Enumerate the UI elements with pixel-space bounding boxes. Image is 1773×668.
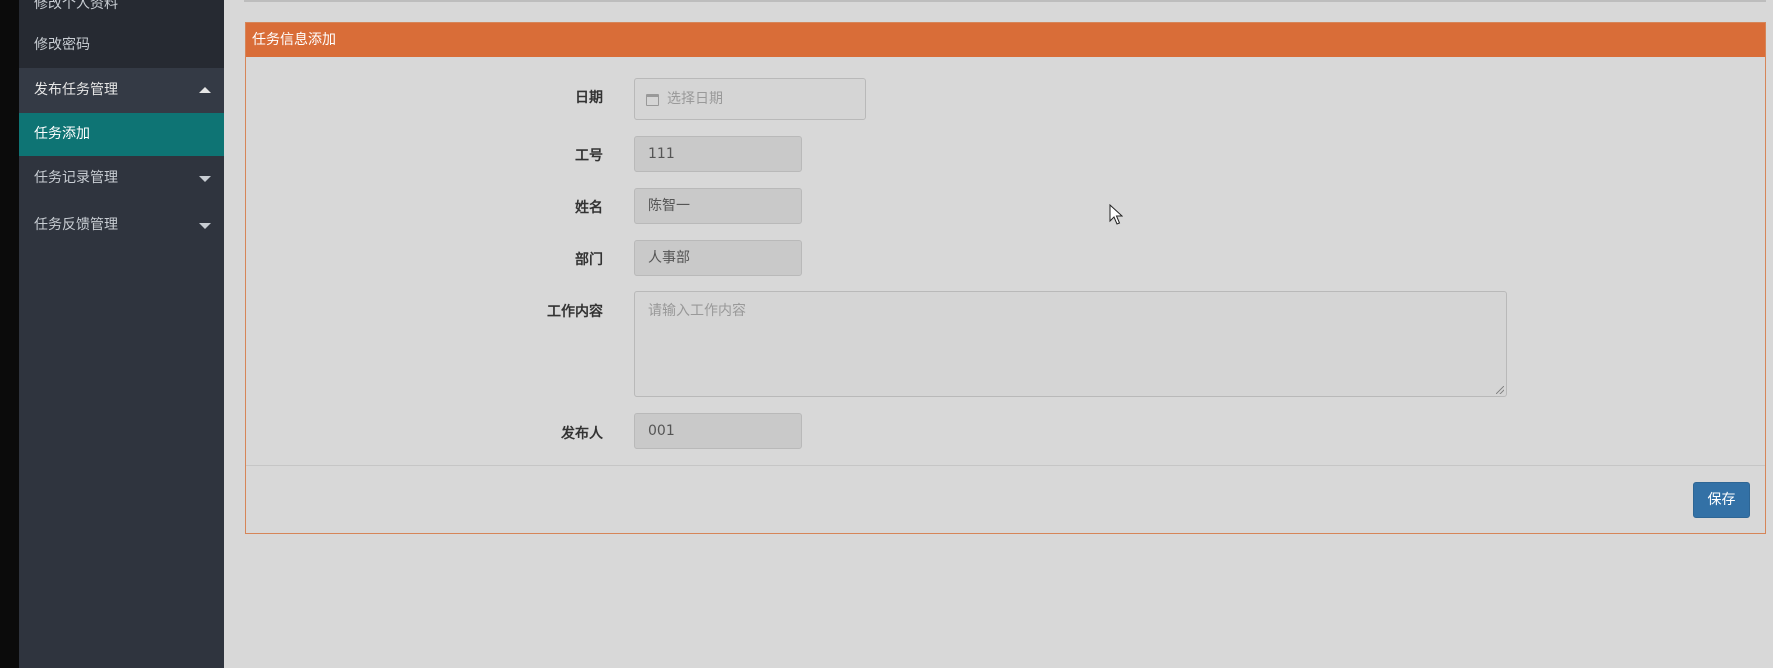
work-content-placeholder: 请输入工作内容 xyxy=(648,303,746,319)
name-field[interactable]: 陈智一 xyxy=(634,188,802,224)
task-form-panel: 任务信息添加 日期 选择日期 工号 111 姓名 陈智一 部门 人事部 工作内容… xyxy=(245,22,1766,534)
date-placeholder: 选择日期 xyxy=(667,91,723,107)
caret-up-icon xyxy=(199,87,211,93)
publisher-field[interactable]: 001 xyxy=(634,413,802,449)
sidebar-group-publish-task[interactable]: 发布任务管理 xyxy=(19,68,224,113)
date-picker-input[interactable]: 选择日期 xyxy=(634,78,866,120)
sidebar-item-label: 任务反馈管理 xyxy=(34,217,118,233)
app-root: 修改个人资料 修改密码 发布任务管理 任务添加 任务记录管理 任务反馈管理 任务… xyxy=(0,0,1773,668)
sidebar-group-task-records[interactable]: 任务记录管理 xyxy=(19,156,224,201)
sidebar-item-change-password[interactable]: 修改密码 xyxy=(19,23,224,68)
employee-id-field[interactable]: 111 xyxy=(634,136,802,172)
name-label: 姓名 xyxy=(575,200,603,216)
employee-id-label: 工号 xyxy=(575,148,603,164)
resize-grip-icon[interactable] xyxy=(1496,386,1504,394)
mouse-cursor-icon xyxy=(1109,204,1123,225)
sidebar: 修改个人资料 修改密码 发布任务管理 任务添加 任务记录管理 任务反馈管理 xyxy=(19,0,224,668)
sidebar-item-label: 任务添加 xyxy=(34,126,90,142)
work-content-label: 工作内容 xyxy=(547,304,603,320)
window-edge xyxy=(0,0,19,668)
work-content-textarea[interactable]: 请输入工作内容 xyxy=(634,291,1507,397)
calendar-icon xyxy=(646,94,659,106)
sidebar-item-label: 发布任务管理 xyxy=(34,82,118,98)
sidebar-item-label: 任务记录管理 xyxy=(34,170,118,186)
top-divider xyxy=(244,0,1766,2)
department-label: 部门 xyxy=(575,252,603,268)
sidebar-group-task-feedback[interactable]: 任务反馈管理 xyxy=(19,203,224,248)
panel-footer-divider xyxy=(246,465,1765,466)
caret-down-icon xyxy=(199,223,211,229)
date-label: 日期 xyxy=(575,90,603,106)
sidebar-item-add-task[interactable]: 任务添加 xyxy=(19,113,224,156)
panel-title: 任务信息添加 xyxy=(246,23,1765,57)
sidebar-item-label: 修改个人资料 xyxy=(34,0,118,12)
save-button[interactable]: 保存 xyxy=(1693,482,1750,518)
department-field[interactable]: 人事部 xyxy=(634,240,802,276)
sidebar-item-label: 修改密码 xyxy=(34,37,90,53)
caret-down-icon xyxy=(199,176,211,182)
publisher-label: 发布人 xyxy=(561,426,603,442)
